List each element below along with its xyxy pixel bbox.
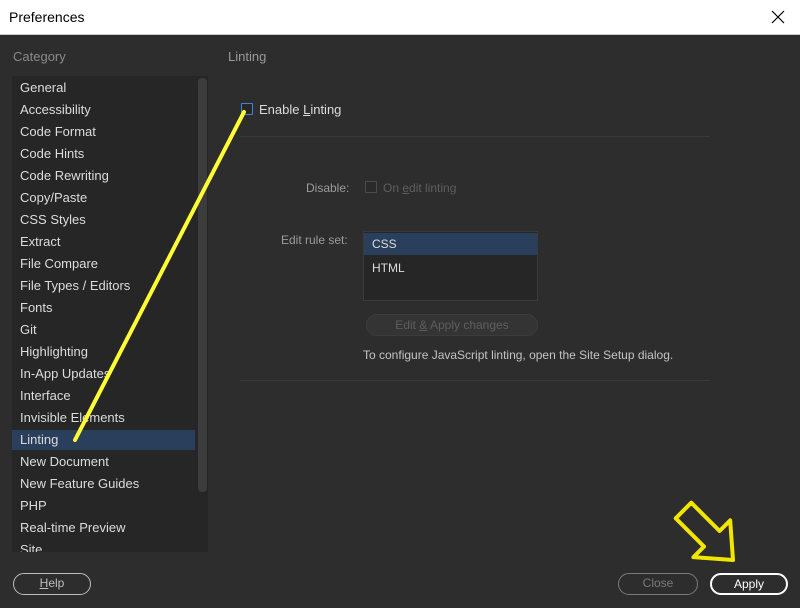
apply-button[interactable]: Apply xyxy=(710,573,788,595)
category-scrollbar[interactable] xyxy=(197,76,208,552)
category-item-general[interactable]: General xyxy=(12,78,195,98)
close-icon xyxy=(771,10,785,24)
edit-rule-set-label: Edit rule set: xyxy=(281,233,348,247)
rule-set-item-html[interactable]: HTML xyxy=(364,257,537,279)
category-item-code-hints[interactable]: Code Hints xyxy=(12,144,195,164)
scrollbar-thumb[interactable] xyxy=(198,78,207,492)
category-item-accessibility[interactable]: Accessibility xyxy=(12,100,195,120)
disable-label: Disable: xyxy=(306,181,350,195)
divider-bottom xyxy=(240,380,710,381)
category-item-invisible-elements[interactable]: Invisible Elements xyxy=(12,408,195,428)
category-item-linting[interactable]: Linting xyxy=(12,430,195,450)
category-item-extract[interactable]: Extract xyxy=(12,232,195,252)
enable-linting-label[interactable]: Enable Linting xyxy=(259,102,341,117)
category-item-php[interactable]: PHP xyxy=(12,496,195,516)
divider-top xyxy=(240,136,710,137)
javascript-linting-info: To configure JavaScript linting, open th… xyxy=(363,348,674,362)
category-item-fonts[interactable]: Fonts xyxy=(12,298,195,318)
rule-set-item-css[interactable]: CSS xyxy=(364,233,537,255)
category-item-site[interactable]: Site xyxy=(12,540,195,552)
enable-linting-checkbox[interactable] xyxy=(241,103,253,115)
category-item-code-format[interactable]: Code Format xyxy=(12,122,195,142)
category-item-copy-paste[interactable]: Copy/Paste xyxy=(12,188,195,208)
category-item-git[interactable]: Git xyxy=(12,320,195,340)
window-close-button[interactable] xyxy=(756,0,800,34)
rule-set-list[interactable]: CSS HTML xyxy=(363,231,538,301)
category-item-new-document[interactable]: New Document xyxy=(12,452,195,472)
edit-apply-changes-button[interactable]: Edit & Apply changes xyxy=(366,314,538,336)
category-item-highlighting[interactable]: Highlighting xyxy=(12,342,195,362)
category-item-file-types-editors[interactable]: File Types / Editors xyxy=(12,276,195,296)
category-item-file-compare[interactable]: File Compare xyxy=(12,254,195,274)
category-item-interface[interactable]: Interface xyxy=(12,386,195,406)
category-item-real-time-preview[interactable]: Real-time Preview xyxy=(12,518,195,538)
on-edit-linting-checkbox[interactable] xyxy=(365,181,377,193)
help-button[interactable]: Help xyxy=(13,573,91,595)
title-bar: Preferences xyxy=(0,0,800,35)
category-label: Category xyxy=(13,49,66,64)
window-title: Preferences xyxy=(9,9,85,25)
category-item-in-app-updates[interactable]: In-App Updates xyxy=(12,364,195,384)
close-button[interactable]: Close xyxy=(618,573,698,595)
category-item-code-rewriting[interactable]: Code Rewriting xyxy=(12,166,195,186)
category-item-new-feature-guides[interactable]: New Feature Guides xyxy=(12,474,195,494)
category-item-css-styles[interactable]: CSS Styles xyxy=(12,210,195,230)
on-edit-linting-label: On edit linting xyxy=(383,181,457,195)
category-list[interactable]: General Accessibility Code Format Code Hint… xyxy=(12,76,208,552)
section-title: Linting xyxy=(228,49,267,64)
